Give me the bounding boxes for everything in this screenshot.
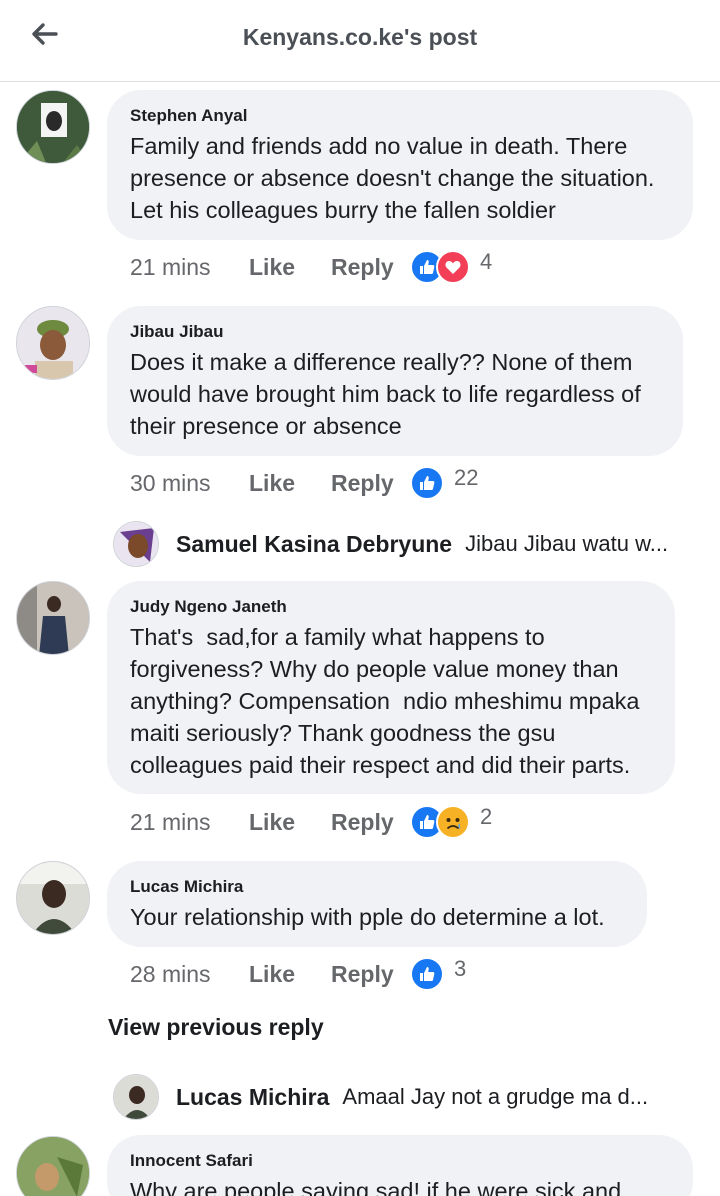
comment-author[interactable]: Stephen Anyal	[130, 106, 669, 126]
avatar[interactable]	[16, 306, 90, 380]
avatar[interactable]	[16, 1136, 90, 1196]
comment-text: Why are people saying sad! if he were si…	[130, 1178, 622, 1196]
comment-author[interactable]: Jibau Jibau	[130, 322, 659, 342]
comment-author[interactable]: Innocent Safari	[130, 1151, 669, 1171]
reaction-count: 3	[454, 956, 467, 981]
comment-actions: 21 mins Like Reply 4	[130, 249, 493, 284]
comment-actions: 21 mins Like Reply 2	[130, 804, 493, 839]
reaction-count: 2	[480, 804, 493, 829]
like-reaction-icon	[410, 957, 444, 991]
comment-time[interactable]: 28 mins	[130, 961, 249, 988]
like-button[interactable]: Like	[249, 961, 331, 988]
page-title: Kenyans.co.ke's post	[242, 24, 478, 50]
reaction-count: 4	[480, 249, 493, 274]
comment-time[interactable]: 30 mins	[130, 470, 249, 497]
reply-text: Amaal Jay not a grudge ma d...	[342, 1084, 649, 1109]
comment-time[interactable]: 21 mins	[130, 809, 249, 836]
reaction-summary[interactable]: 2	[410, 804, 493, 839]
avatar[interactable]	[16, 581, 90, 655]
comment-text: Your relationship with pple do determine…	[130, 904, 605, 930]
comment-text: Family and friends add no value in death…	[130, 133, 661, 223]
comment-bubble[interactable]: Jibau Jibau Does it make a difference re…	[107, 306, 683, 456]
reply-text: Jibau Jibau watu w...	[465, 531, 669, 556]
reply-button[interactable]: Reply	[331, 254, 410, 281]
comment-bubble[interactable]: Judy Ngeno Janeth That's sad,for a famil…	[107, 581, 675, 794]
reaction-summary[interactable]: 3	[410, 956, 467, 991]
reply-preview[interactable]: Samuel Kasina Debryune Jibau Jibau watu …	[113, 520, 668, 568]
avatar[interactable]	[16, 861, 90, 935]
like-button[interactable]: Like	[249, 470, 331, 497]
love-reaction-icon	[436, 250, 470, 284]
view-previous-reply-link[interactable]: View previous reply	[108, 1014, 324, 1041]
reply-author[interactable]: Samuel Kasina Debryune	[176, 531, 452, 558]
comment-text: That's sad,for a family what happens to …	[130, 624, 646, 778]
like-button[interactable]: Like	[249, 809, 331, 836]
comment-time[interactable]: 21 mins	[130, 254, 249, 281]
comment-author[interactable]: Lucas Michira	[130, 877, 623, 897]
reaction-count: 22	[454, 465, 479, 490]
avatar[interactable]	[16, 90, 90, 164]
comment-author[interactable]: Judy Ngeno Janeth	[130, 597, 651, 617]
avatar[interactable]	[113, 521, 159, 567]
like-reaction-icon	[410, 466, 444, 500]
reply-button[interactable]: Reply	[331, 961, 410, 988]
reply-author[interactable]: Lucas Michira	[176, 1084, 329, 1111]
reply-button[interactable]: Reply	[331, 809, 410, 836]
reaction-summary[interactable]: 22	[410, 465, 479, 500]
comment-actions: 28 mins Like Reply 3	[130, 956, 467, 991]
like-button[interactable]: Like	[249, 254, 331, 281]
comment-actions: 30 mins Like Reply 22	[130, 465, 479, 500]
comment-text: Does it make a difference really?? None …	[130, 349, 648, 439]
comment-bubble[interactable]: Lucas Michira Your relationship with ppl…	[107, 861, 647, 947]
reply-button[interactable]: Reply	[331, 470, 410, 497]
comment-bubble[interactable]: Innocent Safari Why are people saying sa…	[107, 1135, 693, 1196]
reply-preview[interactable]: Lucas Michira Amaal Jay not a grudge ma …	[113, 1073, 648, 1121]
avatar[interactable]	[113, 1074, 159, 1120]
sad-reaction-icon	[436, 805, 470, 839]
comment-bubble[interactable]: Stephen Anyal Family and friends add no …	[107, 90, 693, 240]
top-bar: Kenyans.co.ke's post	[0, 0, 720, 82]
reaction-summary[interactable]: 4	[410, 249, 493, 284]
